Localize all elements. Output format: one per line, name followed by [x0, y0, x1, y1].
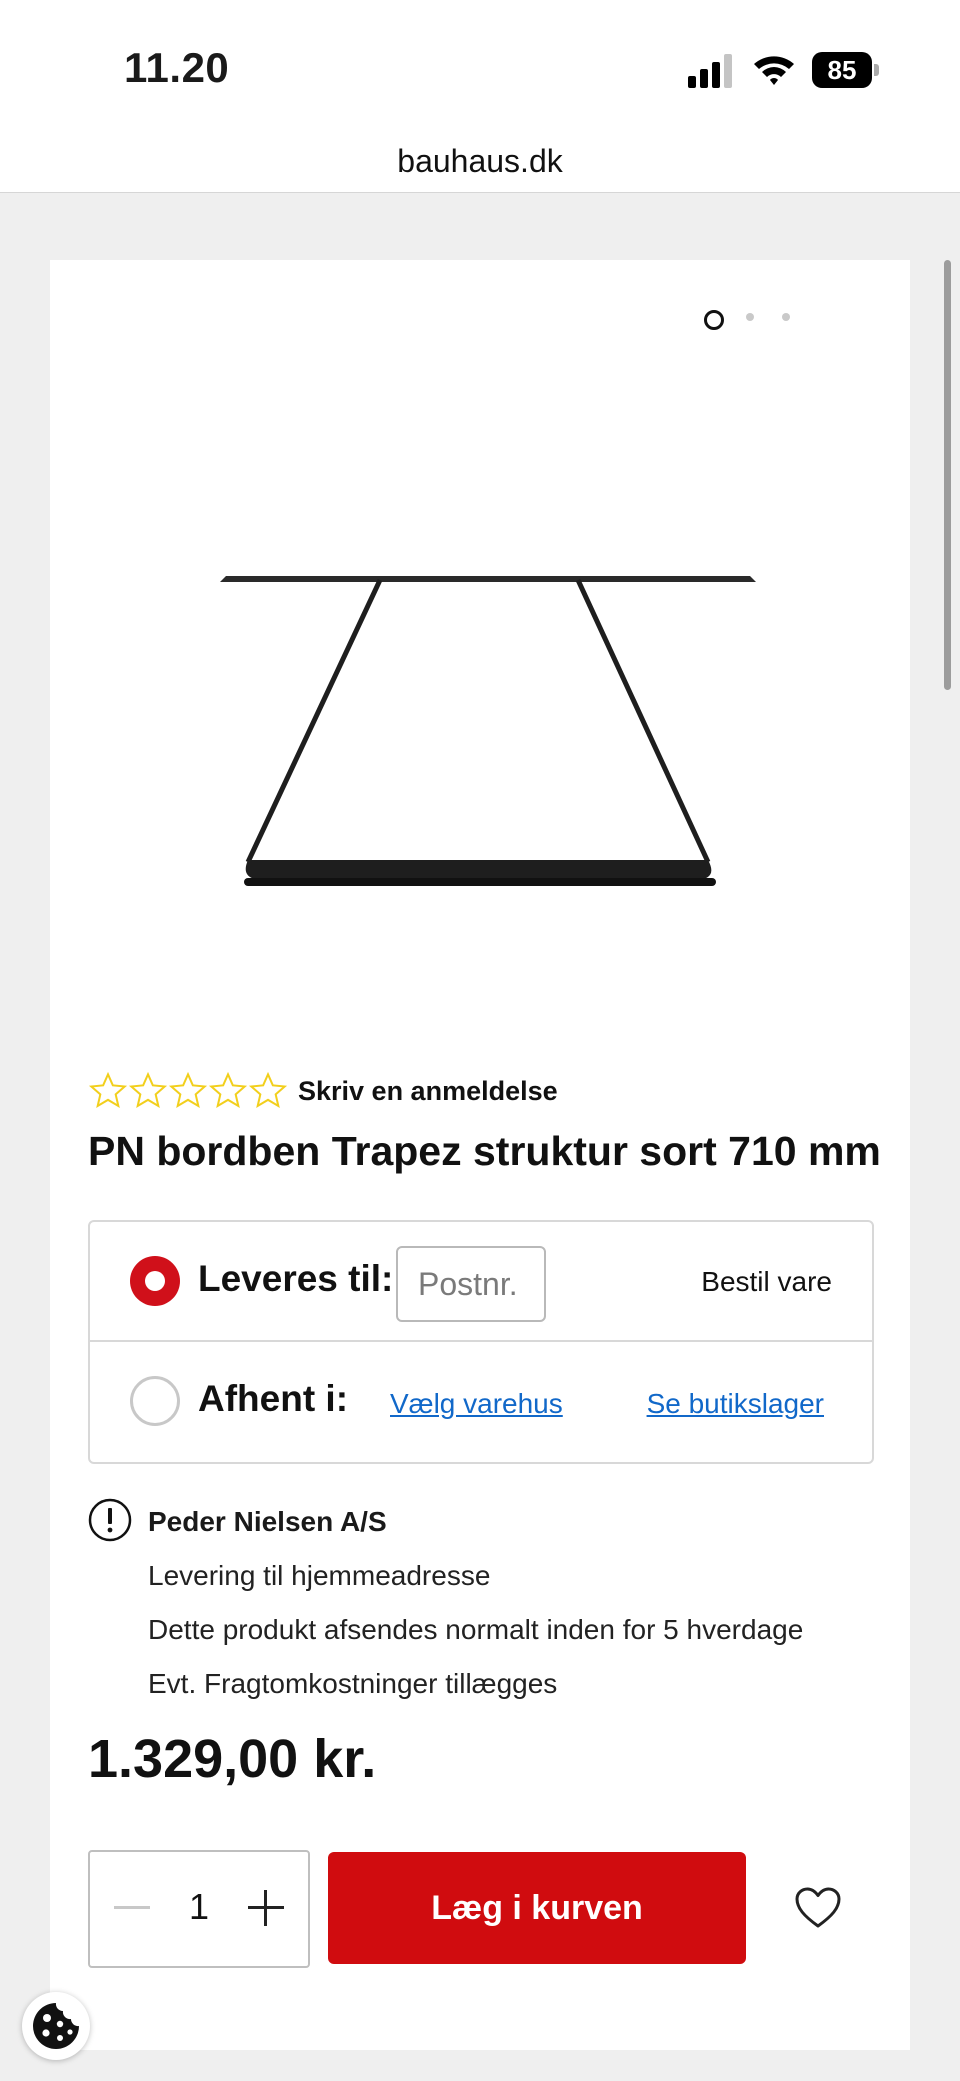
- write-review-link[interactable]: Skriv en anmeldelse: [298, 1076, 558, 1107]
- delivery-option-home[interactable]: Leveres til: Bestil vare: [90, 1222, 872, 1342]
- gallery-dot[interactable]: [782, 313, 790, 321]
- heart-icon[interactable]: [794, 1886, 842, 1930]
- add-to-cart-button[interactable]: Læg i kurven: [328, 1852, 746, 1964]
- info-line: Levering til hjemmeadresse: [148, 1560, 491, 1591]
- postcode-input[interactable]: [396, 1246, 546, 1322]
- page-scrollbar[interactable]: [944, 260, 951, 690]
- url-text[interactable]: bauhaus.dk: [397, 130, 562, 192]
- gallery-dot[interactable]: [704, 310, 724, 330]
- gallery-dot[interactable]: [746, 313, 754, 321]
- cellular-signal-icon: [688, 54, 732, 88]
- star-icon: [248, 1071, 288, 1109]
- pickup-label: Afhent i:: [198, 1378, 349, 1419]
- cookie-icon: [33, 2003, 79, 2049]
- product-title: PN bordben Trapez struktur sort 710 mm: [88, 1128, 881, 1174]
- rating-stars[interactable]: [88, 1070, 288, 1112]
- delivery-option-pickup[interactable]: Afhent i: Vælg varehus Se butikslager: [90, 1342, 872, 1460]
- address-bar[interactable]: bauhaus.dk: [0, 130, 960, 193]
- info-line: Evt. Fragtomkostninger tillægges: [148, 1668, 558, 1699]
- plus-icon[interactable]: [248, 1890, 284, 1926]
- product-image[interactable]: [220, 460, 760, 900]
- quantity-stepper: 1: [88, 1850, 310, 1968]
- battery-icon: 85: [812, 52, 880, 88]
- delivery-radio[interactable]: [130, 1256, 180, 1306]
- pickup-radio[interactable]: [130, 1376, 180, 1426]
- seller-name: Peder Nielsen A/S: [148, 1506, 387, 1537]
- order-item-text: Bestil vare: [701, 1266, 832, 1297]
- star-icon: [168, 1071, 208, 1109]
- choose-store-link[interactable]: Vælg varehus: [390, 1388, 563, 1420]
- info-line: Dette produkt afsendes normalt inden for…: [148, 1614, 804, 1645]
- gallery-pagination: [704, 310, 854, 330]
- star-icon: [128, 1071, 168, 1109]
- battery-level: 85: [812, 52, 872, 88]
- status-time: 11.20: [124, 44, 230, 91]
- info-icon: [88, 1498, 132, 1542]
- product-price: 1.329,00 kr.: [88, 1729, 377, 1789]
- cookie-settings-button[interactable]: [22, 1992, 90, 2060]
- delivery-label: Leveres til:: [198, 1258, 394, 1299]
- wifi-icon: [754, 56, 794, 85]
- star-icon: [208, 1071, 248, 1109]
- delivery-options: Leveres til: Bestil vare Afhent i: Vælg …: [88, 1220, 874, 1464]
- store-stock-link[interactable]: Se butikslager: [647, 1388, 824, 1420]
- product-rating: Skriv en anmeldelse: [88, 1066, 558, 1116]
- star-icon: [88, 1071, 128, 1109]
- product-card: Skriv en anmeldelse PN bordben Trapez st…: [50, 260, 910, 2050]
- status-bar: 11.20 85: [0, 0, 960, 140]
